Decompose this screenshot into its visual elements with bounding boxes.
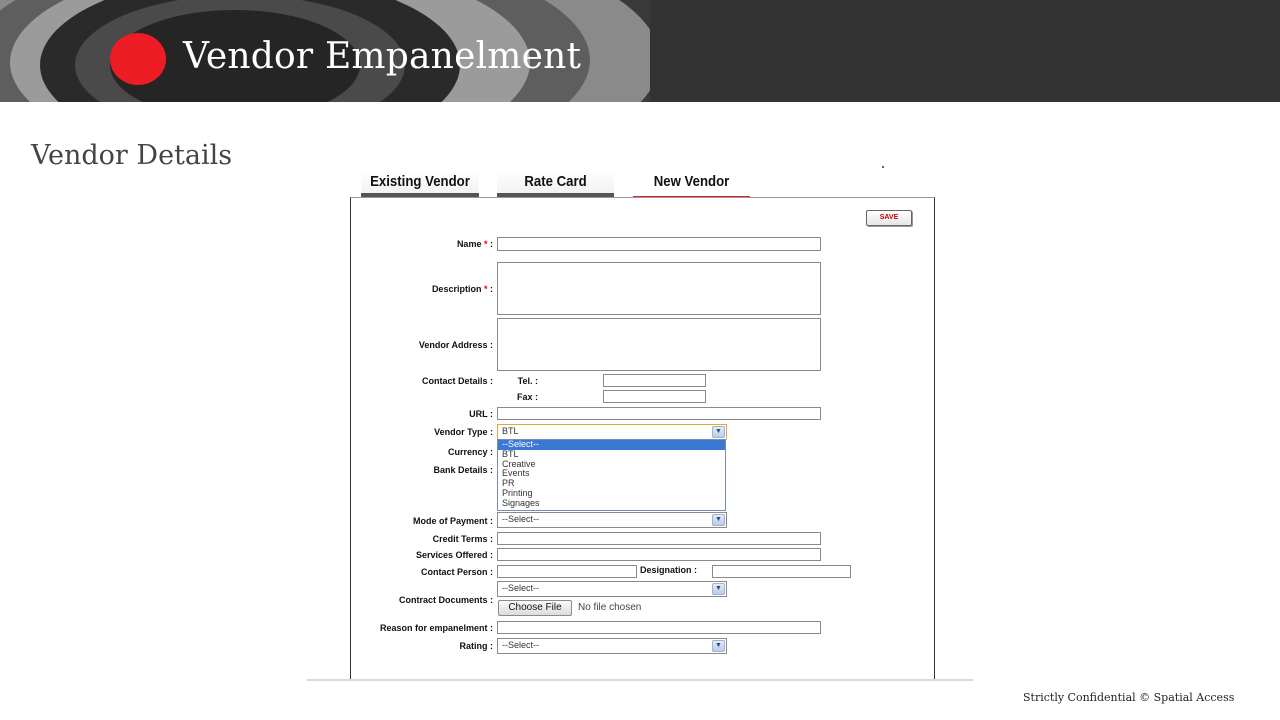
- mode-of-payment-label: Mode of Payment :: [412, 516, 493, 526]
- tab-new-vendor[interactable]: New Vendor: [632, 170, 751, 198]
- dropdown-option[interactable]: Events: [498, 469, 725, 479]
- bank-details-label: Bank Details :: [433, 465, 493, 475]
- label-colon: :: [490, 284, 493, 294]
- credit-terms-input[interactable]: [497, 532, 821, 545]
- chevron-down-icon: ▼: [712, 583, 725, 595]
- slide-title: Vendor Empanelment: [183, 36, 582, 77]
- save-button[interactable]: SAVE: [866, 210, 912, 226]
- url-input[interactable]: [497, 407, 821, 420]
- required-mark: *: [483, 284, 488, 294]
- vendor-address-label: Vendor Address :: [418, 340, 493, 350]
- divider: [307, 679, 973, 681]
- contact-person-label: Contact Person :: [420, 567, 493, 577]
- vendor-type-label: Vendor Type :: [434, 427, 493, 437]
- rating-select[interactable]: --Select-- ▼: [497, 638, 727, 654]
- chevron-down-icon: ▼: [712, 514, 725, 526]
- file-status-text: No file chosen: [578, 602, 642, 613]
- fax-label: Fax :: [516, 392, 538, 402]
- reason-input[interactable]: [497, 621, 821, 634]
- rating-value: --Select--: [502, 640, 540, 650]
- url-label: URL :: [469, 409, 493, 419]
- name-input[interactable]: [497, 237, 821, 251]
- tab-rate-card[interactable]: Rate Card: [496, 170, 615, 198]
- services-offered-input[interactable]: [497, 548, 821, 561]
- vendor-type-dropdown[interactable]: --Select-- BTL Creative Events PR Printi…: [497, 439, 726, 511]
- contract-documents-value: --Select--: [502, 583, 540, 593]
- contract-documents-select[interactable]: --Select-- ▼: [497, 581, 727, 597]
- fax-input[interactable]: [603, 390, 706, 403]
- designation-label: Designation :: [640, 565, 698, 575]
- services-offered-label: Services Offered :: [415, 550, 493, 560]
- designation-input[interactable]: [712, 565, 851, 578]
- tab-existing-vendor[interactable]: Existing Vendor: [361, 170, 479, 198]
- chevron-down-icon: ▼: [712, 640, 725, 652]
- vendor-type-select[interactable]: BTL ▼: [497, 424, 727, 440]
- name-label: Name * :: [457, 239, 493, 249]
- header-banner: Vendor Empanelment: [0, 0, 1280, 102]
- contact-details-label: Contact Details :: [421, 376, 493, 386]
- credit-terms-label: Credit Terms :: [432, 534, 493, 544]
- banner-dark-area: [650, 0, 1280, 102]
- reason-label: Reason for empanelment :: [379, 623, 493, 633]
- required-mark: *: [483, 239, 488, 249]
- currency-label: Currency :: [447, 447, 493, 457]
- vendor-type-value: BTL: [502, 426, 519, 436]
- tel-label: Tel. :: [517, 376, 538, 386]
- tel-input[interactable]: [603, 374, 706, 387]
- description-label: Description * :: [432, 284, 493, 294]
- footer-confidential: Strictly Confidential © Spatial Access: [1023, 691, 1235, 704]
- dropdown-option[interactable]: --Select--: [498, 439, 725, 450]
- mode-of-payment-select[interactable]: --Select-- ▼: [497, 512, 727, 528]
- name-label-text: Name: [456, 239, 482, 249]
- chevron-down-icon: ▼: [712, 426, 725, 438]
- description-label-text: Description: [431, 284, 482, 294]
- label-colon: :: [490, 239, 493, 249]
- contact-person-input[interactable]: [497, 565, 637, 578]
- red-circle-bullet: [110, 33, 166, 85]
- mode-of-payment-value: --Select--: [502, 514, 540, 524]
- section-title: Vendor Details: [31, 140, 233, 171]
- choose-file-button[interactable]: Choose File: [498, 600, 572, 616]
- contract-documents-label: Contract Documents :: [398, 595, 493, 605]
- rating-label: Rating :: [459, 641, 494, 651]
- stray-dot: [882, 166, 884, 168]
- dropdown-option[interactable]: Signages: [498, 498, 725, 509]
- vendor-address-textarea[interactable]: [497, 318, 821, 371]
- description-textarea[interactable]: [497, 262, 821, 315]
- dropdown-option[interactable]: Creative: [498, 459, 725, 470]
